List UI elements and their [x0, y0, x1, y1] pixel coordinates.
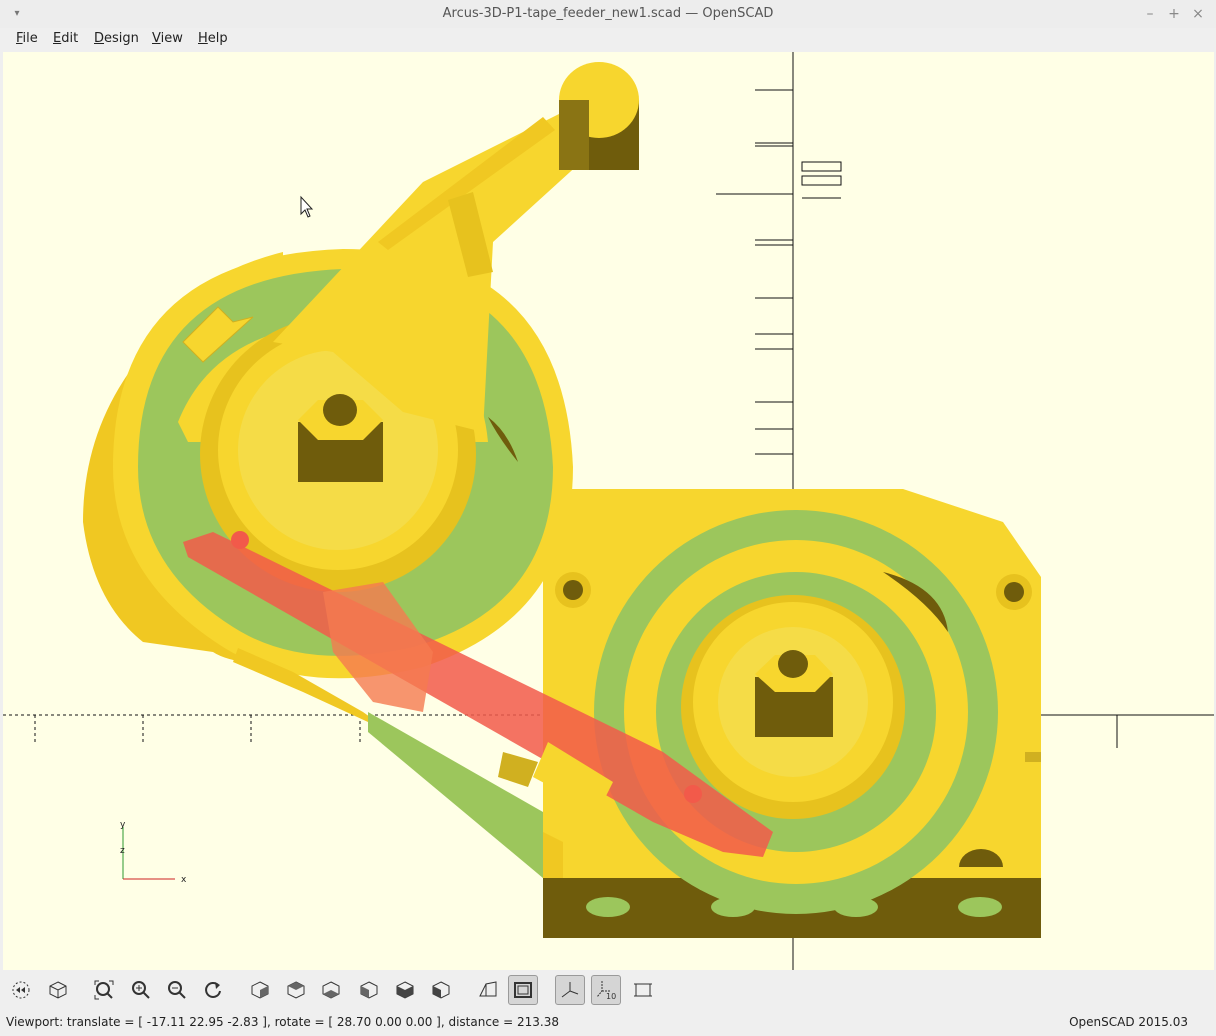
axis-label-z: z — [120, 846, 125, 856]
view-all-button[interactable] — [89, 975, 119, 1005]
zoom-out-icon — [168, 981, 186, 999]
zoom-all-icon — [94, 980, 114, 1000]
minimize-button[interactable]: – — [1141, 5, 1159, 23]
scale-markers-icon: 10 — [596, 981, 616, 1000]
mouse-cursor-icon — [300, 195, 314, 218]
axis-label-y: y — [120, 820, 126, 830]
model-render: y z x — [3, 52, 1214, 970]
status-bar: Viewport: translate = [ -17.11 22.95 -2.… — [0, 1012, 1216, 1036]
preview-icon — [12, 981, 30, 999]
view-left-button[interactable] — [354, 975, 384, 1005]
view-top-button[interactable] — [281, 975, 311, 1005]
perspective-button[interactable] — [473, 975, 503, 1005]
menu-help[interactable]: Help — [196, 28, 230, 52]
show-axes-button[interactable] — [555, 975, 585, 1005]
view-left-icon — [360, 981, 378, 999]
close-button[interactable]: × — [1189, 5, 1207, 23]
view-bottom-icon — [322, 981, 340, 999]
window-title: Arcus-3D-P1-tape_feeder_new1.scad — Open… — [442, 6, 774, 21]
view-front-button[interactable] — [390, 975, 420, 1005]
title-bar: ▾ Arcus-3D-P1-tape_feeder_new1.scad — Op… — [0, 0, 1216, 29]
orthogonal-icon — [514, 982, 532, 998]
preview-button[interactable] — [6, 975, 36, 1005]
view-toolbar: 10 — [0, 972, 1216, 1010]
reset-view-icon — [205, 982, 221, 998]
menu-file[interactable]: File — [14, 28, 40, 52]
viewport-status: Viewport: translate = [ -17.11 22.95 -2.… — [6, 1015, 559, 1029]
orientation-gizmo: y z x — [120, 820, 187, 885]
perspective-icon — [479, 981, 497, 997]
view-top-icon — [287, 981, 305, 999]
zoom-in-icon — [132, 981, 150, 999]
view-front-icon — [396, 981, 414, 999]
base-plate — [543, 489, 1041, 938]
render-icon — [49, 981, 67, 999]
view-back-button[interactable] — [426, 975, 456, 1005]
render-button[interactable] — [43, 975, 73, 1005]
axes-icon — [561, 982, 579, 998]
menu-design[interactable]: Design — [92, 28, 141, 52]
maximize-button[interactable]: + — [1165, 5, 1183, 23]
view-back-icon — [432, 981, 450, 999]
orthogonal-button[interactable] — [508, 975, 538, 1005]
menu-view[interactable]: View — [150, 28, 185, 52]
reset-view-button[interactable] — [198, 975, 228, 1005]
menu-edit[interactable]: Edit — [51, 28, 80, 52]
show-scale-markers-button[interactable]: 10 — [591, 975, 621, 1005]
zoom-out-button[interactable] — [162, 975, 192, 1005]
view-bottom-button[interactable] — [316, 975, 346, 1005]
view-right-icon — [251, 981, 269, 999]
axis-label-x: x — [181, 875, 187, 885]
edges-icon — [634, 983, 652, 997]
version-label: OpenSCAD 2015.03 — [1069, 1015, 1188, 1029]
zoom-in-button[interactable] — [126, 975, 156, 1005]
menu-bar: File Edit Design View Help — [0, 28, 1216, 52]
show-edges-button[interactable] — [628, 975, 658, 1005]
3d-viewport[interactable]: y z x — [3, 52, 1214, 970]
svg-text:10: 10 — [606, 992, 616, 1000]
view-right-button[interactable] — [245, 975, 275, 1005]
